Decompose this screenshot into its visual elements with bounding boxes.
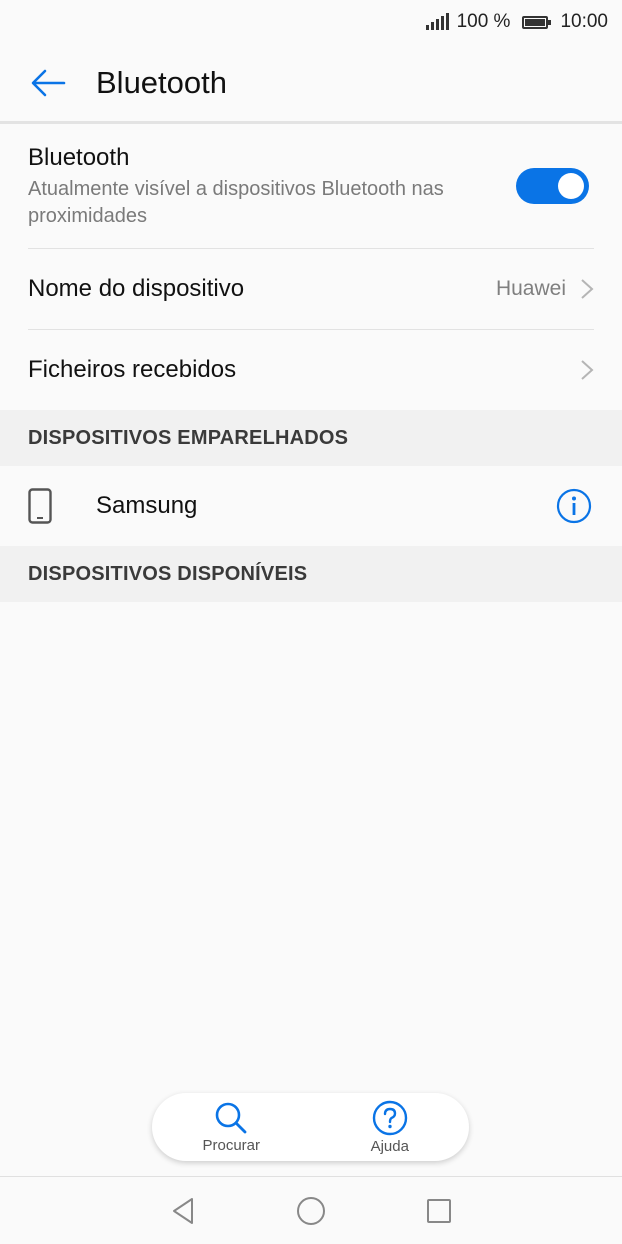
clock: 10:00 bbox=[560, 11, 608, 32]
battery-percent: 100 % bbox=[456, 11, 511, 32]
signal-icon bbox=[425, 13, 449, 30]
bottom-action-bar: Procurar Ajuda bbox=[152, 1093, 469, 1161]
paired-devices-header: DISPOSITIVOS EMPARELHADOS bbox=[0, 410, 622, 466]
page-title: Bluetooth bbox=[96, 65, 227, 100]
battery-icon bbox=[522, 15, 552, 29]
chevron-right-icon bbox=[580, 278, 594, 300]
circle-home-icon[interactable] bbox=[295, 1195, 327, 1227]
app-bar: Bluetooth bbox=[0, 44, 622, 122]
bluetooth-visibility-text: Atualmente visível a dispositivos Blueto… bbox=[28, 178, 444, 227]
search-button[interactable]: Procurar bbox=[176, 1101, 286, 1154]
search-label: Procurar bbox=[202, 1136, 261, 1154]
phone-icon bbox=[28, 488, 68, 524]
bluetooth-toggle-row[interactable]: Bluetooth Atualmente visível a dispositi… bbox=[0, 124, 622, 248]
switch-knob bbox=[558, 173, 584, 199]
search-icon bbox=[215, 1102, 247, 1133]
info-icon[interactable] bbox=[556, 488, 592, 524]
system-nav-bar bbox=[0, 1176, 622, 1244]
device-name-value: Huawei bbox=[495, 277, 566, 300]
help-label: Ajuda bbox=[370, 1137, 409, 1155]
status-bar: 100 % 10:00 bbox=[0, 0, 622, 44]
bluetooth-label: Bluetooth bbox=[28, 144, 130, 171]
received-files-label: Ficheiros recebidos bbox=[28, 356, 237, 383]
back-button[interactable] bbox=[18, 53, 78, 113]
help-icon bbox=[372, 1100, 407, 1135]
received-files-row[interactable]: Ficheiros recebidos bbox=[0, 330, 622, 410]
bluetooth-switch[interactable] bbox=[516, 168, 589, 204]
chevron-right-icon bbox=[580, 359, 594, 381]
device-name-row[interactable]: Nome do dispositivo Huawei bbox=[0, 249, 622, 329]
available-devices-header: DISPOSITIVOS DISPONÍVEIS bbox=[0, 546, 622, 602]
settings-list: Bluetooth Atualmente visível a dispositi… bbox=[0, 124, 622, 602]
square-recents-icon[interactable] bbox=[424, 1196, 454, 1226]
help-button[interactable]: Ajuda bbox=[335, 1100, 445, 1155]
device-name-label: Nome do dispositivo bbox=[28, 275, 245, 302]
arrow-left-icon bbox=[31, 69, 66, 97]
triangle-back-icon[interactable] bbox=[168, 1196, 198, 1226]
paired-device-item[interactable]: Samsung bbox=[0, 466, 622, 546]
paired-device-name: Samsung bbox=[96, 492, 198, 519]
